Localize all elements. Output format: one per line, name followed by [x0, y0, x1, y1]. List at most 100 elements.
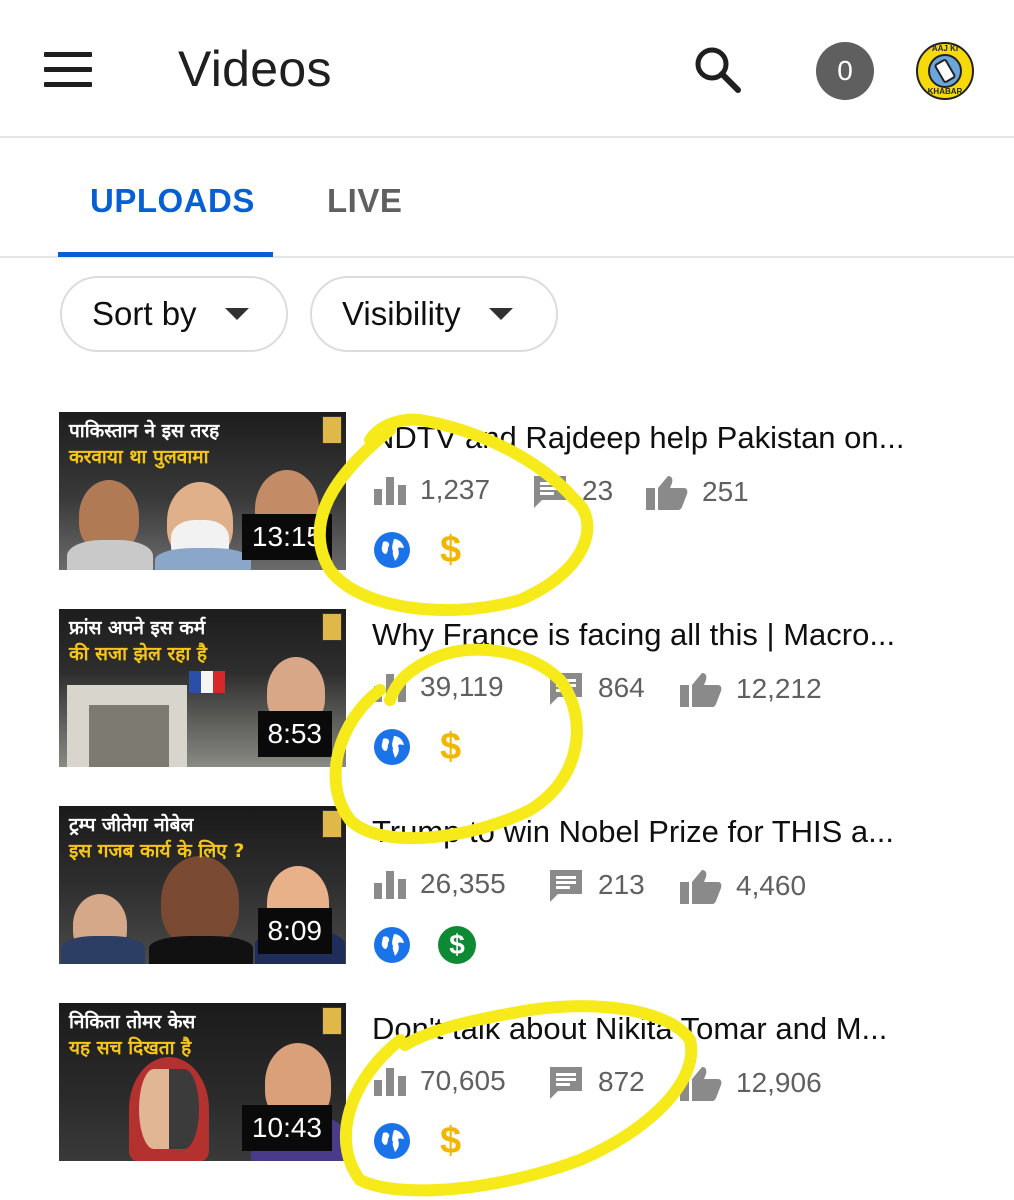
- views-count: 26,355: [420, 868, 506, 899]
- globe-icon: [374, 729, 410, 765]
- globe-icon: [374, 927, 410, 963]
- thumbnail-caption-line1: फ्रांस अपने इस कर्म: [69, 617, 206, 639]
- thumbnail-person: [161, 856, 239, 946]
- comments-stat: 872: [548, 1065, 645, 1099]
- thumbnail-caption-line1: ट्रम्प जीतेगा नोबेल: [69, 814, 194, 836]
- likes-stat: 12,212: [680, 671, 822, 707]
- likes-count: 12,906: [736, 1067, 822, 1098]
- video-duration: 8:53: [257, 711, 332, 757]
- thumbnail-person-body: [149, 936, 253, 964]
- comment-icon: [550, 870, 582, 902]
- views-bar-chart-icon: [374, 871, 406, 899]
- comments-stat: 213: [548, 868, 645, 902]
- video-title[interactable]: Why France is facing all this | Macro...: [372, 617, 952, 653]
- thumbnail-flag-white: [201, 671, 213, 693]
- visibility-dropdown[interactable]: Visibility: [310, 276, 558, 352]
- comment-icon: [534, 476, 566, 508]
- avatar-text-top: AAJ KI: [931, 44, 959, 53]
- sort-by-dropdown[interactable]: Sort by: [60, 276, 288, 352]
- comment-icon: [550, 673, 582, 705]
- views-count: 70,605: [420, 1065, 506, 1096]
- views-count: 1,237: [420, 474, 491, 505]
- limited-monetization-dollar-icon[interactable]: $: [440, 728, 461, 766]
- thumbnail-person-body: [155, 548, 251, 570]
- notification-count-badge[interactable]: 0: [816, 42, 874, 100]
- comments-stat: 864: [548, 671, 645, 705]
- likes-count: 4,460: [736, 870, 807, 901]
- search-icon[interactable]: [692, 44, 744, 96]
- video-title[interactable]: Don't talk about Nikita Tomar and M...: [372, 1011, 952, 1047]
- tab-selected-indicator: [58, 252, 273, 257]
- thumbnail-caption-line2: यह सच दिखता है: [69, 1037, 192, 1059]
- video-thumbnail[interactable]: ट्रम्प जीतेगा नोबेल इस गजब कार्य के लिए …: [59, 806, 346, 964]
- likes-count: 251: [702, 476, 749, 507]
- tab-live[interactable]: LIVE: [327, 182, 402, 220]
- channel-avatar[interactable]: AAJ KI KHABAR: [916, 42, 974, 100]
- thumbnail-caption-line2: इस गजब कार्य के लिए ?: [69, 840, 245, 862]
- hamburger-menu-icon[interactable]: [44, 52, 92, 88]
- comments-count: 872: [598, 1066, 645, 1097]
- video-title[interactable]: NDTV and Rajdeep help Pakistan on...: [372, 420, 952, 456]
- video-list-item[interactable]: निकिता तोमर केस यह सच दिखता है 10:43 Don…: [0, 1003, 1014, 1173]
- video-thumbnail[interactable]: पाकिस्तान ने इस तरह करवाया था पुलवामा 13…: [59, 412, 346, 570]
- likes-stat: 251: [646, 474, 749, 510]
- thumbnail-person-body: [61, 936, 145, 964]
- comments-count: 864: [598, 672, 645, 703]
- video-duration: 13:15: [241, 514, 332, 560]
- thumbnail-caption-line2: की सजा झेल रहा है: [69, 643, 207, 665]
- comments-stat: 23: [532, 474, 613, 508]
- views-bar-chart-icon: [374, 477, 406, 505]
- views-stat: 26,355: [374, 868, 506, 900]
- views-stat: 70,605: [374, 1065, 506, 1097]
- thumbnail-face-half: [169, 1069, 199, 1149]
- thumbs-up-icon: [680, 673, 722, 707]
- likes-stat: 4,460: [680, 868, 806, 904]
- monetization-on-dollar-icon[interactable]: $: [438, 926, 476, 964]
- video-thumbnail[interactable]: फ्रांस अपने इस कर्म की सजा झेल रहा है 8:…: [59, 609, 346, 767]
- chevron-down-icon: [488, 308, 513, 320]
- video-status-badges: $: [374, 531, 461, 569]
- video-status-badges: $: [374, 926, 476, 964]
- thumbnail-building-door: [89, 705, 169, 767]
- video-duration: 8:09: [257, 908, 332, 954]
- app-bar: Videos 0 AAJ KI KHABAR: [0, 0, 1014, 138]
- views-stat: 39,119: [374, 671, 504, 703]
- video-title[interactable]: Trump to win Nobel Prize for THIS a...: [372, 814, 952, 850]
- thumbnail-person-body: [67, 540, 153, 570]
- thumbnail-channel-logo: [322, 810, 342, 838]
- thumbs-up-icon: [680, 870, 722, 904]
- video-list-item[interactable]: ट्रम्प जीतेगा नोबेल इस गजब कार्य के लिए …: [0, 806, 1014, 976]
- video-list-item[interactable]: फ्रांस अपने इस कर्म की सजा झेल रहा है 8:…: [0, 609, 1014, 779]
- tab-uploads[interactable]: UPLOADS: [90, 182, 255, 220]
- thumbnail-channel-logo: [322, 416, 342, 444]
- views-stat: 1,237: [374, 474, 490, 506]
- limited-monetization-dollar-icon[interactable]: $: [440, 531, 461, 569]
- limited-monetization-dollar-icon[interactable]: $: [440, 1122, 461, 1160]
- visibility-label: Visibility: [342, 295, 461, 332]
- thumbnail-caption-line1: पाकिस्तान ने इस तरह: [69, 420, 220, 442]
- views-bar-chart-icon: [374, 674, 406, 702]
- video-status-badges: $: [374, 1122, 461, 1160]
- comment-icon: [550, 1067, 582, 1099]
- thumbs-up-icon: [646, 476, 688, 510]
- page-title: Videos: [178, 41, 332, 97]
- thumbnail-flag-blue: [189, 671, 201, 693]
- video-list-item[interactable]: पाकिस्तान ने इस तरह करवाया था पुलवामा 13…: [0, 412, 1014, 582]
- sort-by-label: Sort by: [92, 295, 197, 332]
- likes-stat: 12,906: [680, 1065, 822, 1101]
- thumbnail-flag-red: [213, 671, 225, 693]
- thumbnail-caption-line1: निकिता तोमर केस: [69, 1011, 196, 1033]
- video-thumbnail[interactable]: निकिता तोमर केस यह सच दिखता है 10:43: [59, 1003, 346, 1161]
- avatar-text-bottom: KHABAR: [927, 87, 963, 96]
- video-duration: 10:43: [241, 1105, 332, 1151]
- globe-icon: [374, 532, 410, 568]
- likes-count: 12,212: [736, 673, 822, 704]
- thumbs-up-icon: [680, 1067, 722, 1101]
- comments-count: 23: [582, 475, 614, 506]
- thumbnail-face-half: [139, 1069, 169, 1149]
- globe-icon: [374, 1123, 410, 1159]
- chevron-down-icon: [224, 308, 249, 320]
- thumbnail-channel-logo: [322, 613, 342, 641]
- tab-bar: UPLOADS LIVE: [0, 138, 1014, 258]
- thumbnail-channel-logo: [322, 1007, 342, 1035]
